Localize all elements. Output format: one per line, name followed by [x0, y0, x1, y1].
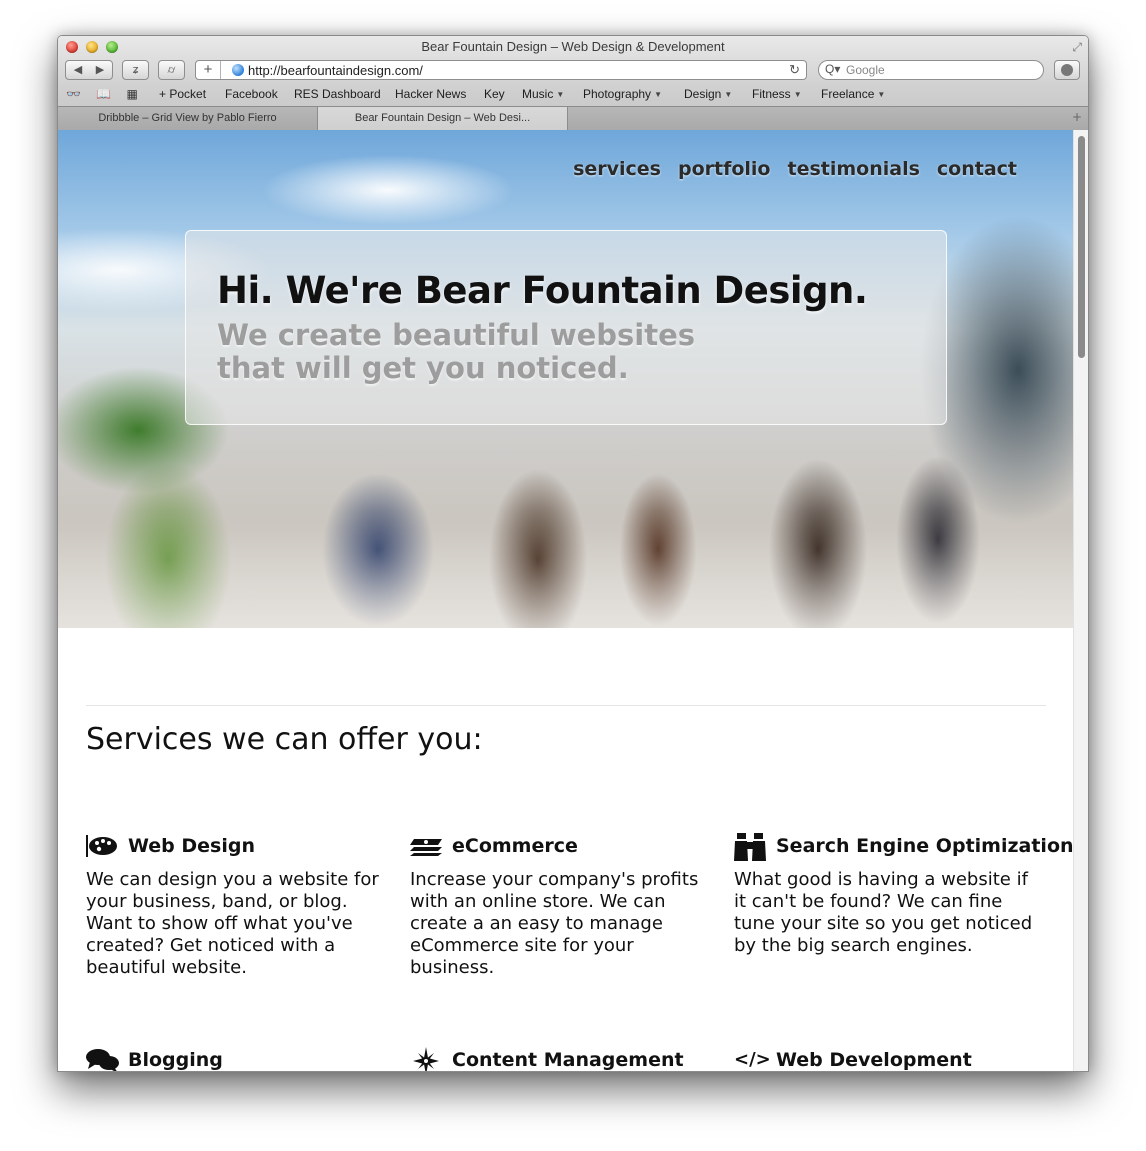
nav-testimonials-link[interactable]: testimonials: [788, 158, 920, 180]
bookmark-freelance[interactable]: Freelance ▼: [821, 87, 885, 101]
search-placeholder: Google: [846, 63, 885, 77]
hero-card: Hi. We're Bear Fountain Design. We creat…: [185, 230, 947, 425]
service-description: What good is having a website if it can'…: [734, 869, 1033, 956]
service-description: Increase your company's profits with an …: [410, 869, 699, 978]
browser-window: Bear Fountain Design – Web Design & Deve…: [57, 35, 1089, 1072]
back-forward-buttons: ◀ ▶: [65, 60, 113, 80]
bookmark-label: Facebook: [225, 87, 278, 101]
chat-bubbles-icon: [86, 1049, 119, 1071]
tab-bear-fountain[interactable]: Bear Fountain Design – Web Desi...: [318, 107, 568, 130]
chevron-down-icon: ▼: [556, 90, 565, 99]
search-field[interactable]: Q▾ Google: [818, 60, 1044, 80]
globe-icon: [232, 64, 244, 76]
chevron-down-icon: ▼: [877, 90, 886, 99]
tab-bar: Dribbble – Grid View by Pablo Fierro Bea…: [58, 106, 1088, 130]
forward-button[interactable]: ▶: [89, 61, 111, 79]
service-title: eCommerce: [452, 835, 578, 857]
back-button[interactable]: ◀: [67, 61, 89, 79]
scrollbar-thumb[interactable]: [1078, 136, 1085, 358]
hero-title: Hi. We're Bear Fountain Design.: [217, 269, 868, 312]
site-nav: services portfolio testimonials contact: [556, 158, 1017, 180]
address-bar[interactable]: + http://bearfountaindesign.com/ ↻: [195, 60, 807, 80]
window-title: Bear Fountain Design – Web Design & Deve…: [421, 39, 725, 54]
bookmark-music[interactable]: Music ▼: [522, 87, 564, 101]
tab-dribbble[interactable]: Dribbble – Grid View by Pablo Fierro: [58, 107, 318, 130]
browser-chrome: Bear Fountain Design – Web Design & Deve…: [58, 36, 1088, 131]
service-title: Web Design: [128, 835, 255, 857]
service-title: Content Management: [452, 1049, 684, 1071]
nav-portfolio-link[interactable]: portfolio: [678, 158, 771, 180]
service-description: We can design you a website for your bus…: [86, 869, 379, 978]
bookmark-tools-icons[interactable]: 👓 📖 ▦: [66, 87, 144, 101]
add-bookmark-button[interactable]: +: [196, 61, 221, 79]
bookmarks-bar: 👓 📖 ▦ + Pocket Facebook RES Dashboard Ha…: [58, 85, 1088, 105]
service-web-development: </> Web Development: [734, 1047, 1034, 1071]
money-icon: [410, 839, 442, 856]
service-header: </> Web Development: [734, 1047, 1034, 1071]
reader-button[interactable]: ʑ: [122, 60, 149, 80]
hero-fade: [58, 510, 1075, 628]
service-title: Search Engine Optimization: [776, 835, 1074, 857]
service-title: Blogging: [128, 1049, 223, 1071]
bookmark-label: + Pocket: [159, 87, 207, 101]
hero-subtitle-line-2: that will get you noticed.: [217, 351, 629, 385]
bookmark-res-dashboard[interactable]: RES Dashboard: [294, 87, 381, 101]
service-header: Web Design: [86, 833, 386, 861]
bookmark-key[interactable]: Key: [484, 87, 505, 101]
nav-contact-link[interactable]: contact: [937, 158, 1017, 180]
bookmark-label: Key: [484, 87, 505, 101]
fullscreen-icon[interactable]: ⤢: [1072, 40, 1082, 55]
service-blogging: Blogging: [86, 1047, 386, 1071]
bookmark-hacker-news[interactable]: Hacker News: [395, 87, 466, 101]
service-header: Content Management: [410, 1047, 710, 1071]
section-divider: [86, 705, 1046, 706]
chevron-down-icon: ▼: [793, 90, 802, 99]
bookmark-label: Design: [684, 87, 722, 101]
downloads-button[interactable]: [1054, 60, 1080, 80]
service-web-design: Web Design We can design you a website f…: [86, 833, 386, 979]
bookmark-label: Fitness: [752, 87, 791, 101]
service-seo: Search Engine Optimization What good is …: [734, 833, 1074, 957]
web-page: services portfolio testimonials contact Hi.…: [58, 130, 1075, 1071]
bookmark-label: RES Dashboard: [294, 87, 381, 101]
bookmark-label: Hacker News: [395, 87, 467, 101]
hero-subtitle-line-1: We create beautiful websites: [217, 318, 696, 352]
service-content-management: Content Management: [410, 1047, 710, 1071]
bookmark-label: Photography: [583, 87, 652, 101]
top-sites-button[interactable]: ⌭: [158, 60, 185, 80]
download-icon: [1061, 64, 1073, 76]
bookmark-fitness[interactable]: Fitness ▼: [752, 87, 802, 101]
new-tab-icon[interactable]: +: [1072, 110, 1082, 124]
search-icon[interactable]: Q▾: [825, 62, 840, 76]
url-text[interactable]: http://bearfountaindesign.com/: [248, 62, 423, 79]
bookmark-label: Music: [522, 87, 554, 101]
code-icon: </>: [734, 1049, 771, 1070]
service-ecommerce: eCommerce Increase your company's profit…: [410, 833, 710, 979]
reload-icon[interactable]: ↻: [789, 61, 800, 79]
nav-services-link[interactable]: services: [573, 158, 661, 180]
chevron-down-icon: ▼: [654, 90, 662, 99]
page-scrollbar[interactable]: [1073, 130, 1088, 1071]
service-header: eCommerce: [410, 833, 710, 861]
service-header: Search Engine Optimization: [734, 833, 1074, 861]
bookmark-label: Freelance: [821, 87, 875, 101]
hero-subtitle: We create beautiful websites that will g…: [217, 319, 737, 385]
bookmark-facebook[interactable]: Facebook: [225, 87, 278, 101]
bookmark-photography[interactable]: Photography ▼: [583, 87, 662, 101]
compass-star-icon: [413, 1047, 439, 1071]
service-header: Blogging: [86, 1047, 386, 1071]
bookmark-design[interactable]: Design ▼: [684, 87, 732, 101]
chevron-down-icon: ▼: [724, 90, 733, 99]
binoculars-icon: [734, 833, 766, 861]
service-title: Web Development: [776, 1049, 972, 1071]
bookmark-pocket[interactable]: + Pocket: [159, 87, 206, 101]
hero-section: services portfolio testimonials contact Hi.…: [58, 130, 1075, 628]
services-heading: Services we can offer you:: [86, 722, 483, 757]
palette-icon: [86, 835, 117, 857]
